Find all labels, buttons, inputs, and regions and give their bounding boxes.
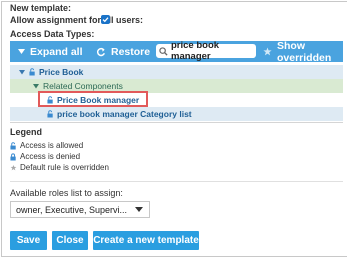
show-overridden-label: Show overridden — [277, 39, 332, 64]
lock-open-icon — [47, 110, 53, 118]
legend-item: Access is allowed — [10, 140, 109, 151]
expand-all-button[interactable]: Expand all — [18, 46, 83, 58]
expand-all-label: Expand all — [30, 45, 83, 58]
expand-arrow-icon — [18, 48, 25, 55]
search-input[interactable]: price book manager — [156, 40, 256, 62]
collapse-arrow-icon[interactable] — [19, 69, 25, 75]
restore-label: Restore — [111, 45, 151, 58]
overridden-icon — [10, 164, 17, 170]
roles-label: Available roles list to assign: — [10, 188, 123, 198]
star-icon — [263, 47, 272, 56]
lock-open-icon — [29, 68, 35, 76]
restore-button[interactable]: Restore — [96, 46, 150, 58]
allow-assignment-label: Allow assignment for all users: — [10, 15, 144, 25]
show-overridden-button[interactable]: Show overridden — [263, 40, 343, 64]
new-template-label: New template: — [10, 3, 72, 13]
legend-item-label: Access is denied — [20, 152, 81, 161]
divider — [10, 122, 343, 123]
access-tree: Price Book Related Components Price Book… — [10, 65, 343, 121]
allow-assignment-checkbox[interactable] — [101, 15, 110, 24]
legend-title: Legend — [10, 127, 43, 137]
legend-item: Default rule is overridden — [10, 162, 109, 173]
search-value: price book manager — [171, 40, 220, 62]
highlight-box — [38, 91, 148, 107]
create-template-button[interactable]: Create a new template — [93, 231, 199, 250]
roles-select[interactable]: owner, Executive, Supervi... — [10, 201, 150, 218]
lock-open-icon — [10, 141, 16, 149]
legend-item-label: Default rule is overridden — [20, 163, 109, 172]
tree-row-category-list[interactable]: price book manager Category list — [10, 107, 343, 121]
checkmark-icon — [102, 17, 109, 23]
save-button[interactable]: Save — [10, 231, 47, 250]
access-data-types-label: Access Data Types: — [10, 29, 95, 39]
tree-row-price-book[interactable]: Price Book — [10, 65, 343, 79]
tree-row-price-book-manager[interactable]: Price Book manager — [10, 91, 343, 107]
search-icon — [159, 46, 168, 56]
divider — [10, 181, 343, 182]
restore-icon — [96, 47, 106, 57]
tree-item-label: Related Components — [43, 81, 123, 91]
close-button[interactable]: Close — [52, 231, 88, 250]
legend-item: Access is denied — [10, 151, 109, 162]
lock-closed-icon — [10, 152, 16, 160]
legend-item-label: Access is allowed — [20, 141, 84, 150]
toolbar: Expand all Restore price book manager Sh… — [10, 40, 343, 64]
chevron-down-icon — [135, 207, 143, 212]
legend: Legend Access is allowed Access is denie… — [10, 127, 109, 173]
collapse-arrow-icon[interactable] — [33, 83, 39, 89]
tree-item-label: Price Book — [39, 67, 84, 77]
roles-select-value: owner, Executive, Supervi... — [16, 204, 128, 215]
tree-item-label: price book manager Category list — [57, 109, 192, 119]
